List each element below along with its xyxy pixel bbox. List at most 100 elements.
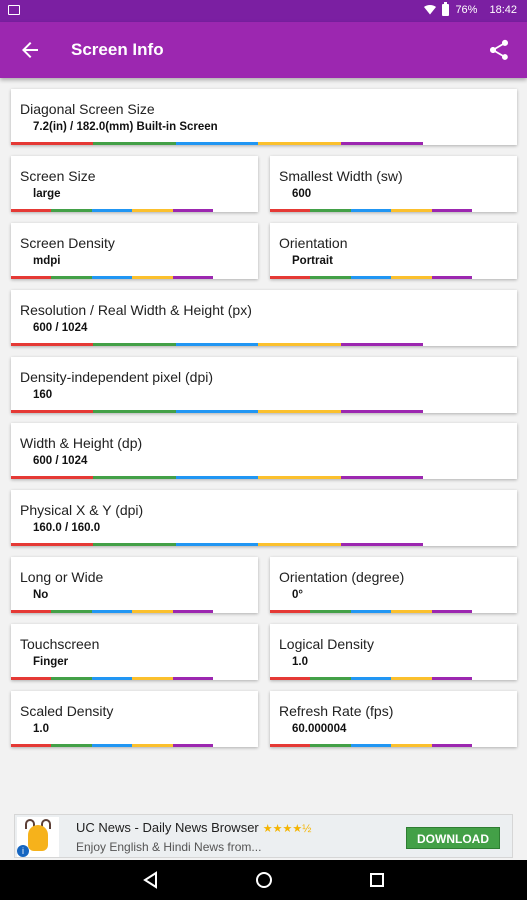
- ad-title-text: UC News - Daily News Browser: [76, 820, 259, 835]
- card-value: 600 / 1024: [33, 455, 88, 467]
- color-bar: [270, 276, 473, 279]
- color-bar-segment: [350, 744, 392, 747]
- color-bar-segment: [11, 343, 94, 346]
- card-physical-xy: Physical X & Y (dpi) 160.0 / 160.0: [11, 490, 517, 546]
- card-label: Long or Wide: [20, 569, 104, 585]
- color-bar-segment: [51, 677, 92, 680]
- card-density-independent-pixel: Density-independent pixel (dpi) 160: [11, 357, 517, 413]
- card-smallest-width: Smallest Width (sw) 600: [270, 156, 517, 212]
- ad-title: UC News - Daily News Browser ★★★★½: [76, 820, 311, 835]
- color-bar-segment: [431, 744, 473, 747]
- color-bar-segment: [172, 744, 214, 747]
- color-bar-segment: [340, 343, 424, 346]
- color-bar-segment: [310, 677, 351, 680]
- color-bar: [270, 744, 473, 747]
- color-bar: [270, 209, 473, 212]
- color-bar-segment: [11, 276, 52, 279]
- color-bar-segment: [391, 610, 432, 613]
- download-button[interactable]: DOWNLOAD: [406, 827, 500, 849]
- color-bar-segment: [11, 142, 94, 145]
- card-value: 600 / 1024: [33, 322, 88, 334]
- color-bar-segment: [172, 276, 214, 279]
- color-bar: [11, 744, 214, 747]
- color-bar-segment: [310, 744, 351, 747]
- card-orientation-degree: Orientation (degree) 0°: [270, 557, 517, 613]
- color-bar-segment: [391, 744, 432, 747]
- color-bar-segment: [431, 610, 473, 613]
- color-bar-segment: [132, 610, 173, 613]
- card-value: 7.2(in) / 182.0(mm) Built-in Screen: [33, 121, 218, 133]
- color-bar-segment: [310, 276, 351, 279]
- card-value: mdpi: [33, 255, 61, 267]
- color-bar-segment: [175, 142, 259, 145]
- card-label: Logical Density: [279, 636, 374, 652]
- color-bar-segment: [91, 276, 133, 279]
- color-bar-segment: [93, 543, 176, 546]
- card-value: 0°: [292, 589, 303, 601]
- color-bar-segment: [93, 476, 176, 479]
- color-bar-segment: [340, 142, 424, 145]
- color-bar: [11, 410, 424, 413]
- back-triangle-icon[interactable]: [139, 868, 163, 892]
- color-bar-segment: [350, 209, 392, 212]
- color-bar-segment: [175, 410, 259, 413]
- color-bar-segment: [391, 209, 432, 212]
- color-bar-segment: [270, 744, 311, 747]
- card-value: 160.0 / 160.0: [33, 522, 101, 534]
- card-screen-size: Screen Size large: [11, 156, 258, 212]
- card-label: Refresh Rate (fps): [279, 703, 394, 719]
- color-bar-segment: [340, 543, 424, 546]
- ad-subtitle: Enjoy English & Hindi News from...: [76, 840, 262, 854]
- color-bar-segment: [93, 343, 176, 346]
- system-nav-bar: [0, 860, 527, 900]
- color-bar-segment: [270, 610, 311, 613]
- color-bar-segment: [350, 677, 392, 680]
- arrow-left-icon[interactable]: [18, 38, 42, 62]
- card-logical-density: Logical Density 1.0: [270, 624, 517, 680]
- card-label: Width & Height (dp): [20, 435, 143, 451]
- ad-info-icon[interactable]: i: [17, 845, 29, 857]
- color-bar-segment: [132, 276, 173, 279]
- card-touchscreen: Touchscreen Finger: [11, 624, 258, 680]
- color-bar-segment: [132, 744, 173, 747]
- card-diagonal-screen-size: Diagonal Screen Size 7.2(in) / 182.0(mm)…: [11, 89, 517, 145]
- color-bar-segment: [11, 744, 52, 747]
- home-circle-icon[interactable]: [252, 868, 276, 892]
- card-value: 160: [33, 389, 53, 401]
- card-value: 60.000004: [292, 723, 347, 735]
- color-bar-segment: [431, 209, 473, 212]
- color-bar-segment: [391, 677, 432, 680]
- card-value: 600: [292, 188, 312, 200]
- card-label: Physical X & Y (dpi): [20, 502, 144, 518]
- color-bar-segment: [310, 610, 351, 613]
- card-value: large: [33, 188, 61, 200]
- color-bar-segment: [91, 610, 133, 613]
- color-bar-segment: [132, 209, 173, 212]
- color-bar: [11, 343, 424, 346]
- card-value: 1.0: [33, 723, 49, 735]
- color-bar-segment: [51, 610, 92, 613]
- color-bar-segment: [93, 410, 176, 413]
- color-bar-segment: [431, 677, 473, 680]
- clock: 18:42: [489, 4, 517, 16]
- color-bar: [11, 476, 424, 479]
- ad-banner[interactable]: i UC News - Daily News Browser ★★★★½ Enjo…: [14, 814, 513, 858]
- recents-square-icon[interactable]: [365, 868, 389, 892]
- color-bar-segment: [350, 610, 392, 613]
- color-bar-segment: [11, 543, 94, 546]
- color-bar-segment: [132, 677, 173, 680]
- color-bar-segment: [51, 209, 92, 212]
- color-bar-segment: [91, 209, 133, 212]
- card-label: Touchscreen: [20, 636, 100, 652]
- card-orientation: Orientation Portrait: [270, 223, 517, 279]
- card-label: Diagonal Screen Size: [20, 101, 155, 117]
- rating-stars: ★★★★½: [262, 823, 312, 835]
- color-bar-segment: [391, 276, 432, 279]
- color-bar-segment: [51, 276, 92, 279]
- squirrel-head-icon: [28, 825, 48, 851]
- color-bar-segment: [175, 543, 259, 546]
- share-icon[interactable]: [487, 38, 511, 62]
- card-label: Orientation (degree): [279, 569, 405, 585]
- card-value: Finger: [33, 656, 69, 668]
- battery-icon: [442, 2, 450, 16]
